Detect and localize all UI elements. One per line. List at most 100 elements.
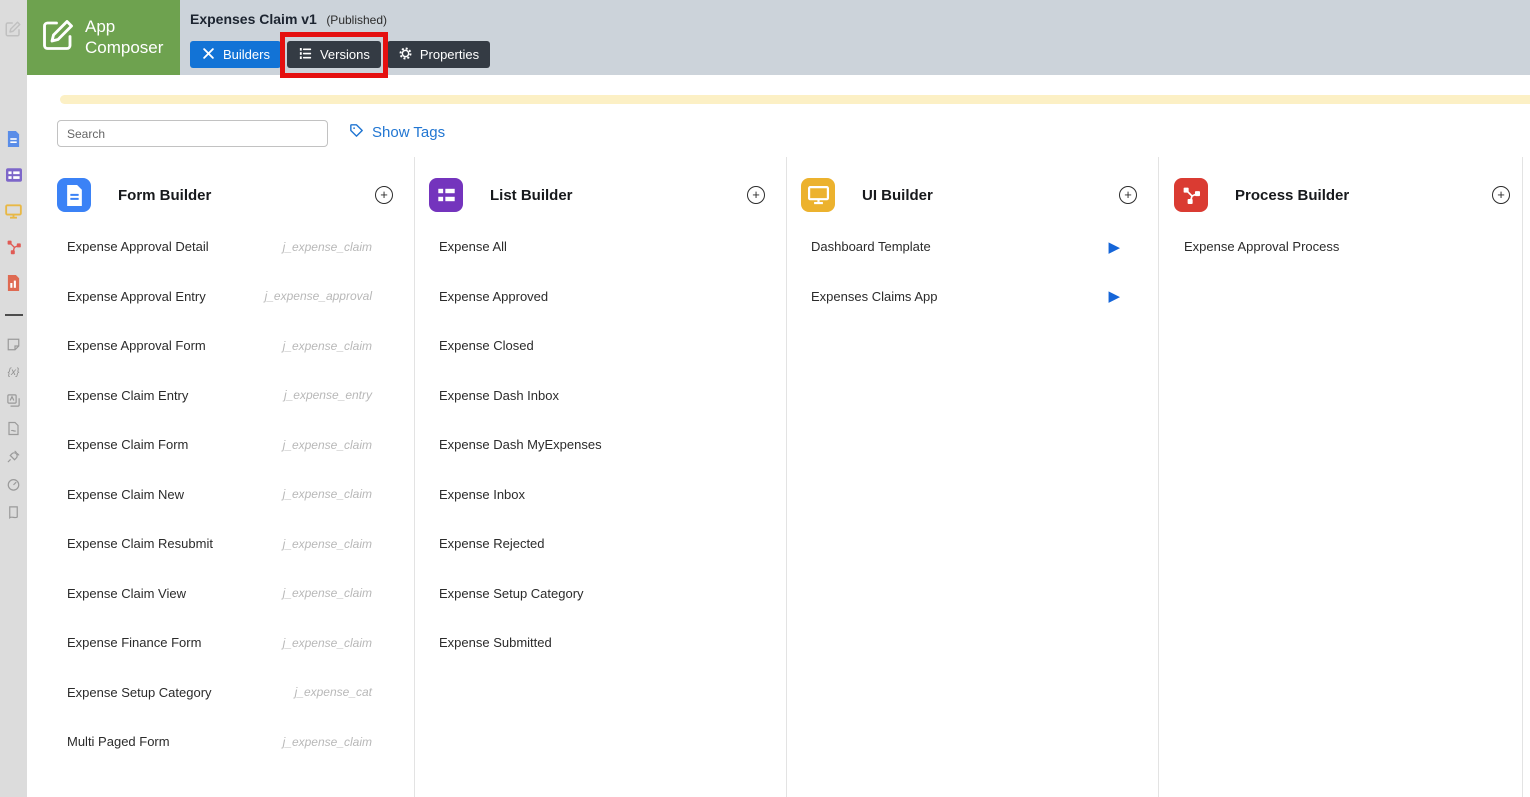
process-builder-header: Process Builder + (1174, 173, 1517, 217)
item-label[interactable]: Expense Setup Category (429, 586, 584, 601)
report-icon[interactable] (0, 265, 27, 301)
list-item: Expense Claim Resubmit j_expense_claim (57, 519, 400, 569)
item-label[interactable]: Expense Rejected (429, 536, 545, 551)
search-input[interactable] (57, 120, 328, 147)
run-icon[interactable]: ▶ (1108, 287, 1120, 305)
item-tag: j_expense_cat (295, 685, 372, 699)
list-item: Expense Approval Detailj_expense_claim (57, 222, 400, 272)
item-label[interactable]: Expense Approved (429, 289, 548, 304)
ui-builder-column: UI Builder + Dashboard Template▶Expenses… (801, 157, 1144, 797)
notes-icon[interactable] (0, 330, 27, 358)
app-header: App Composer Expenses Claim v1 (Publishe… (27, 0, 1530, 75)
tab-properties[interactable]: Properties (387, 41, 490, 68)
column-title: Process Builder (1235, 187, 1349, 204)
item-tag: j_expense_claim (283, 735, 372, 749)
list-item: Expense Dash Inbox (429, 371, 772, 421)
env-variable-glyph: {x} (8, 367, 20, 378)
item-label[interactable]: Expense Setup Category (57, 685, 212, 700)
item-label[interactable]: Expenses Claims App (801, 289, 937, 304)
show-tags-link[interactable]: Show Tags (348, 122, 445, 143)
item-label[interactable]: Expense Claim Resubmit (57, 536, 213, 551)
notice-bar (60, 95, 1530, 104)
add-ui-button[interactable]: + (1119, 186, 1137, 204)
list-item: Expenses Claims App ▶ (801, 272, 1144, 322)
ui-builder-list: Dashboard Template ▶ Expenses Claims App ▶ (801, 222, 1144, 321)
list-builder-icon[interactable] (0, 157, 27, 193)
item-tag: j_expense_claim (283, 636, 372, 650)
list-item: Expense Claim Entry j_expense_entry (57, 371, 400, 421)
form-builder-icon (57, 178, 91, 212)
form-builder-list: Expense Approval Detailj_expense_claimEx… (57, 222, 400, 767)
list-item: Expense Rejected (429, 519, 772, 569)
plugin-icon[interactable] (0, 442, 27, 470)
item-label[interactable]: Expense All (429, 239, 507, 254)
form-builder-column: Form Builder + Expense Approval Detailj_… (57, 157, 400, 797)
add-process-button[interactable]: + (1492, 186, 1510, 204)
item-tag: j_expense_claim (283, 487, 372, 501)
item-tag: j_expense_approval (265, 289, 372, 303)
item-label[interactable]: Expense Dash MyExpenses (429, 437, 602, 452)
list-item: Expense Approved (429, 272, 772, 322)
list-item: Expense Approval Formj_expense_claim (57, 321, 400, 371)
app-title-row: Expenses Claim v1 (Published) (190, 11, 387, 29)
list-item: Multi Paged Form j_expense_claim (57, 717, 400, 767)
list-builder-column: List Builder + Expense All Expense Approv… (429, 157, 772, 797)
item-label[interactable]: Expense Claim Form (57, 437, 188, 452)
item-label[interactable]: Expense Submitted (429, 635, 552, 650)
add-list-button[interactable]: + (747, 186, 765, 204)
list-item: Expense Finance Form j_expense_claim (57, 618, 400, 668)
item-label[interactable]: Expense Approval Form (57, 338, 206, 353)
item-label[interactable]: Dashboard Template (801, 239, 931, 254)
resources-icon[interactable] (0, 414, 27, 442)
item-label[interactable]: Expense Claim View (57, 586, 186, 601)
app-composer-screen: {x} App Composer (0, 0, 1530, 797)
process-builder-list: Expense Approval Process (1174, 222, 1517, 272)
ui-builder-icon[interactable] (0, 193, 27, 229)
list-item: Expense Setup Category j_expense_cat (57, 668, 400, 718)
run-icon[interactable]: ▶ (1108, 238, 1120, 256)
form-builder-icon[interactable] (0, 121, 27, 157)
item-tag: j_expense_claim (283, 438, 372, 452)
list-item: Expense Dash MyExpenses (429, 420, 772, 470)
item-label[interactable]: Expense Closed (429, 338, 534, 353)
localization-icon[interactable] (0, 386, 27, 414)
tab-builders[interactable]: Builders (190, 41, 281, 68)
column-title: List Builder (490, 187, 573, 204)
item-label[interactable]: Expense Finance Form (57, 635, 201, 650)
tab-builders-label: Builders (223, 47, 270, 62)
item-label[interactable]: Multi Paged Form (57, 734, 170, 749)
item-label[interactable]: Expense Claim New (57, 487, 184, 502)
app-composer-logo[interactable]: App Composer (27, 0, 180, 75)
item-tag: j_expense_claim (283, 537, 372, 551)
tab-versions-wrap: Versions (287, 41, 381, 68)
item-label[interactable]: Expense Dash Inbox (429, 388, 559, 403)
item-label[interactable]: Expense Claim Entry (57, 388, 188, 403)
tab-versions-label: Versions (320, 47, 370, 62)
item-label[interactable]: Expense Approval Detail (57, 239, 209, 254)
builders-tools-icon (201, 46, 216, 64)
tag-icon (348, 122, 365, 143)
item-label[interactable]: Expense Approval Process (1174, 239, 1339, 254)
app-title: Expenses Claim v1 (190, 11, 317, 27)
tab-versions[interactable]: Versions (287, 41, 381, 68)
env-variable-icon[interactable]: {x} (0, 358, 27, 386)
list-builder-list: Expense All Expense Approved Expense Close… (429, 222, 772, 668)
edit-pencil-icon (40, 17, 76, 58)
gear-icon (398, 46, 413, 64)
ui-builder-icon (801, 178, 835, 212)
ui-builder-header: UI Builder + (801, 173, 1144, 217)
item-tag: j_expense_entry (284, 388, 372, 402)
list-item: Expense Closed (429, 321, 772, 371)
process-builder-icon[interactable] (0, 229, 27, 265)
list-item: Expense All (429, 222, 772, 272)
show-tags-label: Show Tags (372, 124, 445, 141)
column-divider (1158, 157, 1159, 797)
item-label[interactable]: Expense Inbox (429, 487, 525, 502)
pages-icon[interactable] (0, 498, 27, 526)
performance-icon[interactable] (0, 470, 27, 498)
item-label[interactable]: Expense Approval Entry (57, 289, 206, 304)
process-builder-column: Process Builder + Expense Approval Proce… (1174, 157, 1517, 797)
left-rail: {x} (0, 0, 27, 797)
add-form-button[interactable]: + (375, 186, 393, 204)
column-title: UI Builder (862, 187, 933, 204)
